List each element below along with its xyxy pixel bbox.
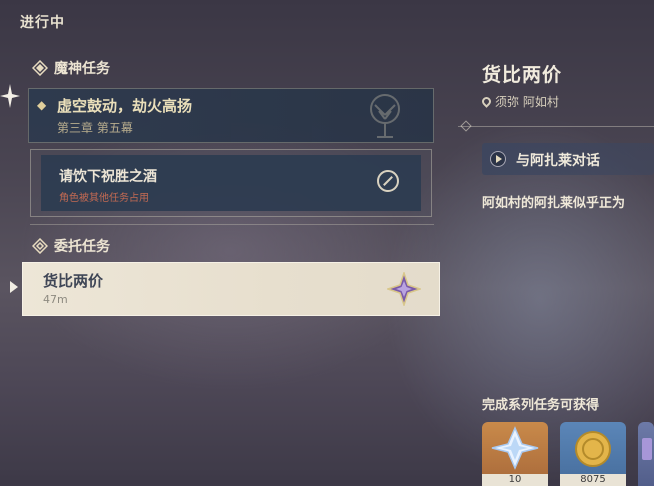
commission-star-icon (387, 272, 421, 306)
quest-marker-icon: ◆ (37, 98, 47, 112)
detail-divider (458, 126, 654, 127)
section-divider (30, 224, 434, 225)
sparkle-icon (0, 84, 20, 108)
reward-exp[interactable] (638, 422, 654, 486)
commission-quest-title: 货比两价 (43, 272, 104, 290)
sub-quest-container: 请饮下祝胜之酒 角色被其他任务占用 (30, 149, 432, 217)
objective-text: 与阿扎莱对话 (516, 153, 600, 169)
rewards-label: 完成系列任务可获得 (482, 398, 600, 413)
category-archon: 魔神任务 (32, 58, 110, 78)
category-commission-label: 委托任务 (54, 239, 110, 255)
location-pin-icon (480, 95, 493, 108)
sub-quest-note: 角色被其他任务占用 (59, 193, 149, 204)
objective-row[interactable]: 与阿扎莱对话 (482, 143, 654, 175)
archon-quest-title: 虚空鼓动，劫火高扬 (57, 97, 193, 115)
in-progress-label: 进行中 (20, 15, 65, 31)
primogem-icon (491, 426, 539, 470)
tree-emblem-icon (370, 94, 400, 138)
commission-quest-distance: 47m (43, 293, 68, 306)
divider-diamond-icon (460, 120, 472, 132)
reward-primogem-count: 10 (482, 474, 548, 486)
archon-quest-card[interactable]: ◆ 虚空鼓动，劫火高扬 第三章 第五幕 (28, 88, 434, 143)
mora-icon (575, 431, 611, 467)
sub-quest-title: 请饮下祝胜之酒 (59, 169, 157, 185)
archon-quest-icon (32, 60, 48, 76)
category-commission: 委托任务 (32, 236, 110, 256)
archon-quest-chapter: 第三章 第五幕 (57, 121, 133, 135)
sub-quest-card[interactable]: 请饮下祝胜之酒 角色被其他任务占用 (41, 155, 421, 211)
commission-quest-icon (32, 238, 48, 254)
blocked-icon (377, 170, 399, 192)
objective-play-icon (490, 151, 506, 167)
category-archon-label: 魔神任务 (54, 61, 110, 77)
commission-quest-card[interactable]: 货比两价 47m (22, 262, 440, 316)
detail-location: 须弥 阿如村 (480, 93, 559, 110)
selection-arrow-icon (10, 281, 18, 293)
detail-location-text: 须弥 阿如村 (495, 95, 559, 109)
detail-title: 货比两价 (482, 64, 563, 86)
reward-mora-count: 8075 (560, 474, 626, 486)
reward-mora[interactable]: 8075 (560, 422, 626, 486)
exp-book-icon (642, 438, 652, 460)
reward-primogem[interactable]: 10 (482, 422, 548, 486)
quest-description: 阿如村的阿扎莱似乎正为 (482, 196, 626, 211)
